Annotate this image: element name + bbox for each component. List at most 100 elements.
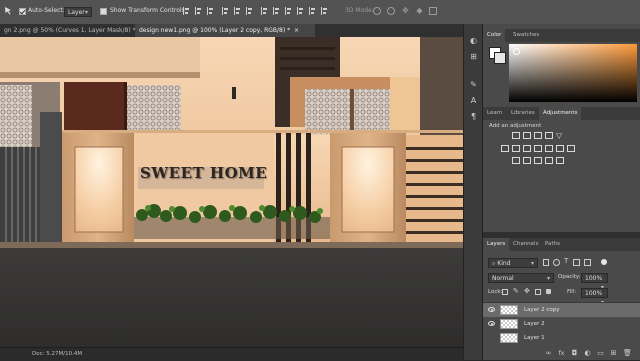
- opacity-value: 100%: [585, 275, 603, 282]
- tab-layers[interactable]: Layers: [483, 238, 510, 251]
- invert-icon[interactable]: [512, 157, 520, 164]
- color-lookup-icon[interactable]: [567, 145, 575, 152]
- layer-name[interactable]: Layer 1: [524, 331, 545, 345]
- blend-mode-value: Normal: [492, 275, 514, 282]
- tab-swatches[interactable]: Swatches: [509, 29, 543, 42]
- curves-icon[interactable]: [534, 132, 542, 139]
- search-icon: ⌕: [492, 260, 496, 267]
- distribute-bottom-icon[interactable]: [285, 7, 292, 15]
- selective-color-icon[interactable]: [556, 157, 564, 164]
- photo-filter-icon[interactable]: [545, 145, 553, 152]
- layer-row[interactable]: Layer 2 copy: [483, 303, 640, 317]
- move-tool-icon[interactable]: [4, 6, 13, 15]
- color-balance-icon[interactable]: [523, 145, 531, 152]
- filter-smart-object-icon[interactable]: [584, 259, 591, 266]
- mask-icon[interactable]: ◘: [571, 350, 578, 357]
- align-right-icon[interactable]: [246, 7, 253, 15]
- distribute-horizontal-icon[interactable]: [309, 7, 316, 15]
- paragraph-icon[interactable]: ¶: [469, 112, 478, 121]
- brightness-contrast-icon[interactable]: [512, 132, 520, 139]
- align-top-icon[interactable]: [183, 7, 190, 15]
- lock-all-icon[interactable]: [546, 289, 551, 294]
- tab-paths[interactable]: Paths: [541, 238, 564, 251]
- blend-mode-dropdown[interactable]: Normal ▾: [488, 273, 554, 283]
- lock-artboard-icon[interactable]: [535, 289, 541, 295]
- trash-icon[interactable]: 🗑: [623, 350, 632, 357]
- filter-toggle-icon[interactable]: [601, 259, 607, 265]
- distribute-top-icon[interactable]: [261, 7, 268, 15]
- new-layer-icon[interactable]: ⊞: [610, 350, 617, 357]
- 3d-orbit-icon[interactable]: [373, 7, 381, 15]
- filter-type-icon[interactable]: T: [564, 257, 568, 265]
- opacity-field[interactable]: 100% ▾: [581, 273, 608, 291]
- distribute-right-icon[interactable]: [321, 7, 328, 15]
- tab-libraries[interactable]: Libraries: [507, 107, 539, 120]
- threshold-icon[interactable]: [534, 157, 542, 164]
- vibrance-icon[interactable]: [501, 145, 509, 152]
- layer-thumbnail: [500, 305, 518, 315]
- 3d-slide-icon[interactable]: ◆: [415, 6, 424, 15]
- show-transform-checkbox[interactable]: [100, 8, 107, 15]
- history-icon[interactable]: ⊞: [469, 52, 478, 61]
- link-icon[interactable]: ∞: [545, 350, 552, 357]
- eye-icon[interactable]: [488, 321, 495, 326]
- background-color-swatch[interactable]: [494, 52, 506, 64]
- chevron-down-icon: ▾: [530, 260, 534, 267]
- 3d-pan-icon[interactable]: ✥: [401, 6, 410, 15]
- 3d-roll-icon[interactable]: [387, 7, 395, 15]
- align-vertical-center-icon[interactable]: [195, 7, 202, 15]
- align-horizontal-center-icon[interactable]: [234, 7, 241, 15]
- tab-document-2[interactable]: design new1.png @ 100% (Layer 2 copy, RG…: [135, 24, 315, 37]
- layer-row[interactable]: Layer 1: [483, 331, 640, 345]
- tab-adjustments[interactable]: Adjustments: [539, 107, 582, 120]
- tab-learn[interactable]: Learn: [483, 107, 506, 120]
- doc-size-readout[interactable]: Doc: 5.27M/10.4M: [32, 350, 82, 358]
- black-white-icon[interactable]: [534, 145, 542, 152]
- document-canvas[interactable]: SWEET HOME: [0, 37, 463, 347]
- tab-channels[interactable]: Channels: [509, 238, 542, 251]
- adjustment-icon[interactable]: ◐: [584, 350, 591, 357]
- adjustments-panel-tabs: Learn Libraries Adjustments: [483, 107, 640, 120]
- exposure-icon[interactable]: [545, 132, 553, 139]
- 3d-scale-icon[interactable]: [429, 7, 437, 15]
- align-left-icon[interactable]: [222, 7, 229, 15]
- align-bottom-icon[interactable]: [207, 7, 214, 15]
- hue-saturation-icon[interactable]: [512, 145, 520, 152]
- distribute-left-icon[interactable]: [297, 7, 304, 15]
- color-field[interactable]: [509, 44, 637, 102]
- eye-icon[interactable]: [488, 307, 495, 312]
- levels-icon[interactable]: [523, 132, 531, 139]
- distribute-center-icon[interactable]: [273, 7, 280, 15]
- lock-label: Lock:: [488, 289, 503, 295]
- group-icon[interactable]: ▭: [597, 350, 604, 357]
- channel-mixer-icon[interactable]: [556, 145, 564, 152]
- lock-image-icon[interactable]: ✎: [513, 287, 519, 295]
- layer-filter-kind-dropdown[interactable]: ⌕ Kind ▾: [488, 258, 538, 268]
- add-adjustment-label: Add an adjustment: [489, 123, 542, 129]
- chevron-down-icon: ▾: [84, 9, 88, 16]
- layer-row[interactable]: Layer 2: [483, 317, 640, 331]
- layers-footer: ∞ fx ◘ ◐ ▭ ⊞ 🗑: [483, 347, 640, 360]
- tab-color[interactable]: Color: [483, 29, 506, 42]
- close-icon[interactable]: ×: [294, 27, 299, 34]
- lock-transparent-icon[interactable]: [502, 289, 508, 295]
- brush-preset-icon[interactable]: ✎: [469, 80, 478, 89]
- auto-select-target-dropdown[interactable]: Layer ▾: [64, 7, 92, 17]
- auto-select-checkbox[interactable]: [19, 8, 26, 15]
- layer-name[interactable]: Layer 2 copy: [524, 303, 559, 317]
- layer-name[interactable]: Layer 2: [524, 317, 545, 331]
- options-bar: Auto-Select: Layer ▾ Show Transform Contr…: [0, 0, 640, 25]
- gradient-map-icon[interactable]: [545, 157, 553, 164]
- fx-icon[interactable]: fx: [558, 350, 565, 357]
- color-sampler-icon[interactable]: ◐: [469, 36, 478, 45]
- posterize-icon[interactable]: [523, 157, 531, 164]
- lock-position-icon[interactable]: ✥: [524, 287, 530, 295]
- fill-field[interactable]: 100% ▾: [581, 288, 608, 306]
- layer-thumbnail: [500, 319, 518, 329]
- gradient-map-triangle-icon[interactable]: ▽: [556, 131, 565, 140]
- filter-adjustment-icon[interactable]: [553, 259, 560, 266]
- filter-shape-icon[interactable]: [573, 259, 580, 266]
- filter-pixel-icon[interactable]: [543, 259, 549, 266]
- character-icon[interactable]: A: [469, 96, 478, 105]
- tab-document-1[interactable]: gn 2.png @ 50% (Curves 1, Layer Mask/8) …: [0, 24, 145, 37]
